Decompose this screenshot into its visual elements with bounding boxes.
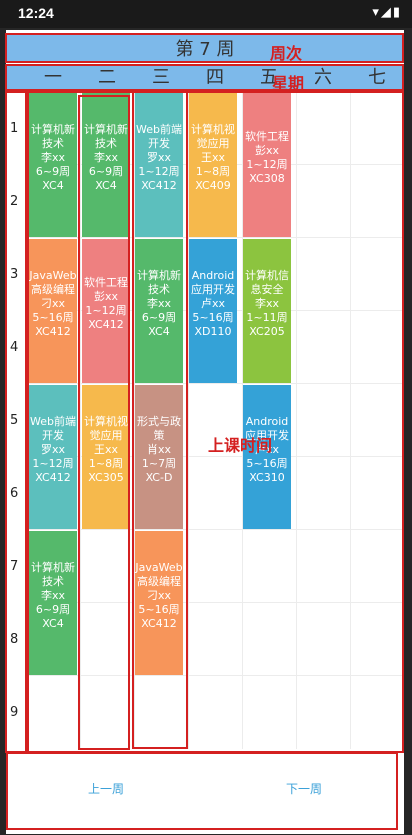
annotation-box-column bbox=[132, 91, 188, 749]
annotation-box-week bbox=[5, 33, 404, 63]
week-navigation: 上一周 下一周 bbox=[6, 752, 398, 830]
prev-week-button[interactable]: 上一周 bbox=[88, 780, 124, 797]
annotation-box-column bbox=[78, 95, 130, 750]
annotation-box-weekday bbox=[5, 64, 404, 91]
status-bar: 12:24 ▾◢▮ bbox=[0, 0, 412, 28]
annotation-week-label: 周次 bbox=[270, 44, 303, 63]
annotation-weekday-label: 星期 bbox=[272, 74, 305, 93]
status-icons: ▾◢▮ bbox=[372, 5, 402, 20]
annotation-class-time-label: 上课时间 bbox=[208, 436, 273, 455]
status-time: 12:24 bbox=[18, 5, 54, 21]
next-week-button[interactable]: 下一周 bbox=[286, 780, 322, 797]
annotation-box-slots bbox=[5, 91, 27, 753]
